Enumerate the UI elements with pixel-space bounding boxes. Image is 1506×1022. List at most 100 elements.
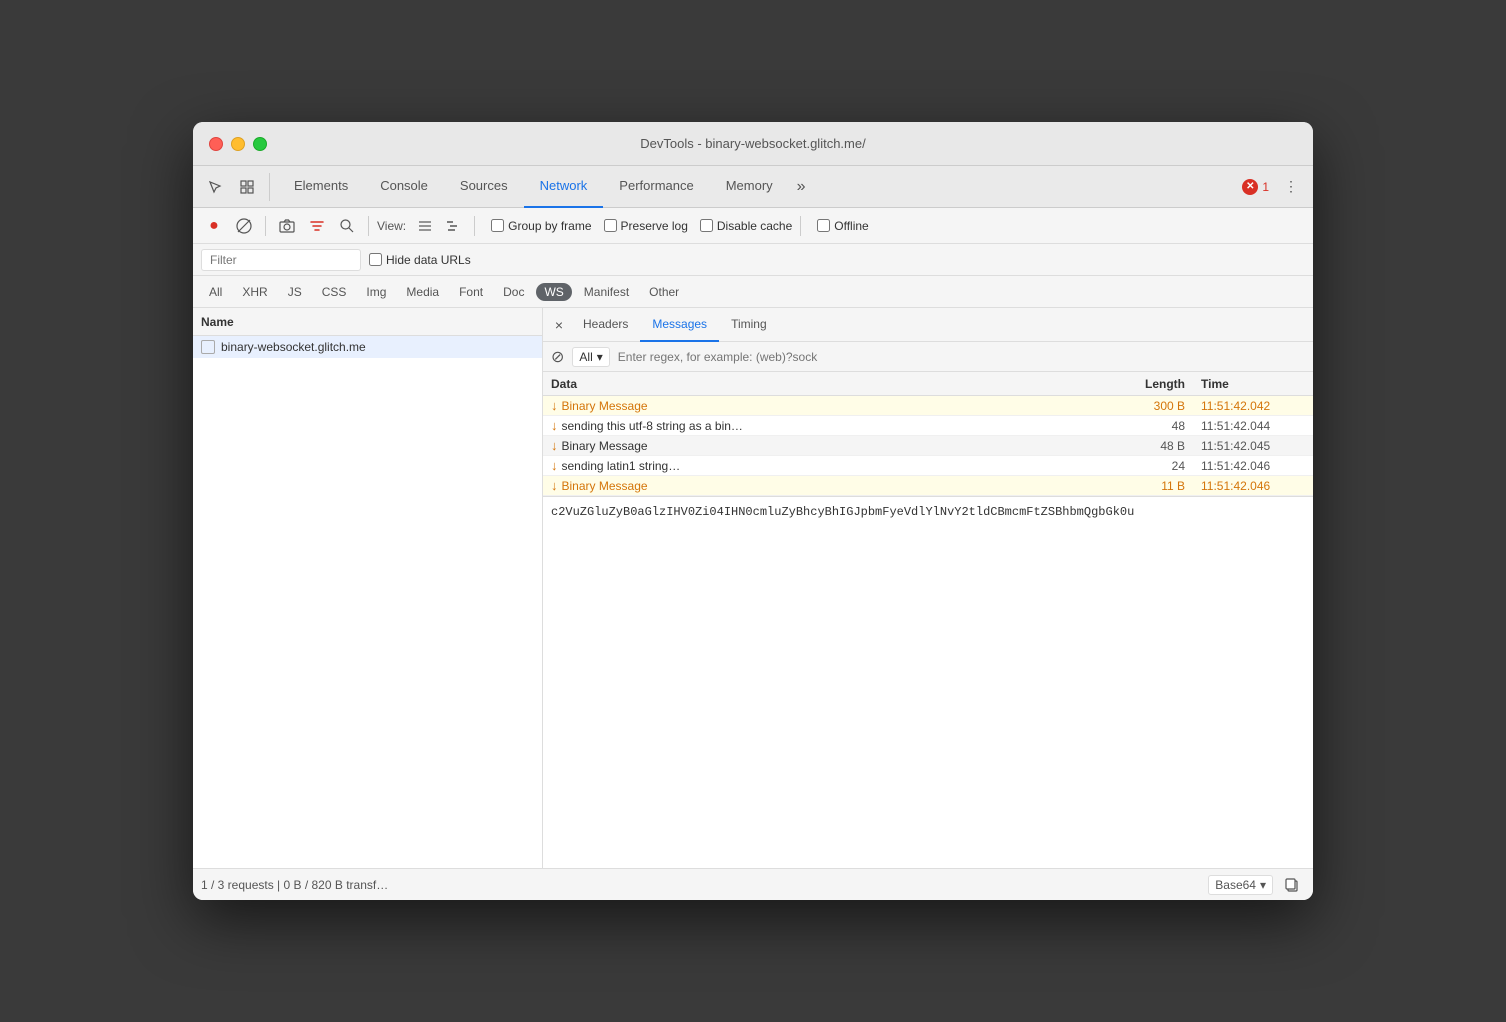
tab-network[interactable]: Network	[524, 166, 604, 208]
messages-regex-input[interactable]	[618, 350, 1305, 364]
tab-elements[interactable]: Elements	[278, 166, 364, 208]
tab-overflow-button[interactable]: »	[789, 178, 814, 196]
status-text: 1 / 3 requests | 0 B / 820 B transf…	[201, 878, 1208, 892]
type-filter-other[interactable]: Other	[641, 283, 687, 301]
msg-data-5: ↓ Binary Message	[543, 476, 1093, 495]
title-bar: DevTools - binary-websocket.glitch.me/	[193, 122, 1313, 166]
msg-text-2: sending this utf-8 string as a bin…	[562, 419, 743, 433]
msg-length-5: 11 B	[1093, 477, 1193, 495]
msg-time-5: 11:51:42.046	[1193, 477, 1313, 495]
type-filter-media[interactable]: Media	[398, 283, 447, 301]
minimize-button[interactable]	[231, 137, 245, 151]
devtools-window: DevTools - binary-websocket.glitch.me/ E…	[193, 122, 1313, 900]
message-row[interactable]: ↓ sending this utf-8 string as a bin… 48…	[543, 416, 1313, 436]
error-count: 1	[1262, 180, 1269, 194]
msg-time-1: 11:51:42.042	[1193, 397, 1313, 415]
status-bar: 1 / 3 requests | 0 B / 820 B transf… Bas…	[193, 868, 1313, 900]
disable-cache-label[interactable]: Disable cache	[700, 219, 792, 233]
devtools-menu-icon[interactable]: ⋮	[1277, 173, 1305, 201]
tab-bar-right: ✕ 1 ⋮	[1242, 173, 1305, 201]
hide-data-urls-label[interactable]: Hide data URLs	[369, 253, 471, 267]
msg-data-1: ↓ Binary Message	[543, 396, 1093, 415]
detail-panel: × Headers Messages Timing ⊘ All ▾	[543, 308, 1313, 868]
maximize-button[interactable]	[253, 137, 267, 151]
tab-sources[interactable]: Sources	[444, 166, 524, 208]
clear-button[interactable]	[231, 213, 257, 239]
list-view-icon[interactable]	[412, 213, 438, 239]
group-by-frame-label[interactable]: Group by frame	[491, 219, 591, 233]
filter-input[interactable]	[201, 249, 361, 271]
type-filter-ws[interactable]: WS	[536, 283, 571, 301]
msg-text-5: Binary Message	[562, 479, 648, 493]
disable-cache-text: Disable cache	[717, 219, 792, 233]
error-badge[interactable]: ✕ 1	[1242, 179, 1269, 195]
window-title: DevTools - binary-websocket.glitch.me/	[640, 136, 865, 151]
main-content: Name binary-websocket.glitch.me × Header…	[193, 308, 1313, 868]
copy-button[interactable]	[1279, 872, 1305, 898]
type-filter-font[interactable]: Font	[451, 283, 491, 301]
tab-headers[interactable]: Headers	[571, 308, 640, 342]
type-filter-doc[interactable]: Doc	[495, 283, 532, 301]
tab-console[interactable]: Console	[364, 166, 444, 208]
search-button[interactable]	[334, 213, 360, 239]
messages-type-select[interactable]: All ▾	[572, 347, 609, 367]
tab-memory[interactable]: Memory	[710, 166, 789, 208]
offline-label[interactable]: Offline	[817, 219, 868, 233]
messages-table-header: Data Length Time	[543, 372, 1313, 396]
length-column-header: Length	[1093, 377, 1193, 391]
waterfall-view-icon[interactable]	[440, 213, 466, 239]
msg-length-1: 300 B	[1093, 397, 1193, 415]
request-item[interactable]: binary-websocket.glitch.me	[193, 336, 542, 358]
type-filter-xhr[interactable]: XHR	[234, 283, 275, 301]
hide-data-urls-text: Hide data URLs	[386, 253, 471, 267]
hide-data-urls-checkbox[interactable]	[369, 253, 382, 266]
message-row[interactable]: ↓ Binary Message 48 B 11:51:42.045	[543, 436, 1313, 456]
arrow-icon-2: ↓	[551, 418, 558, 433]
preserve-log-label[interactable]: Preserve log	[604, 219, 688, 233]
msg-length-3: 48 B	[1093, 437, 1193, 455]
type-filter-all[interactable]: All	[201, 283, 230, 301]
name-column-header: Name	[201, 315, 234, 329]
close-detail-button[interactable]: ×	[547, 313, 571, 337]
tab-timing[interactable]: Timing	[719, 308, 779, 342]
tab-performance[interactable]: Performance	[603, 166, 709, 208]
arrow-icon-1: ↓	[551, 398, 558, 413]
type-filter-manifest[interactable]: Manifest	[576, 283, 637, 301]
preserve-log-checkbox[interactable]	[604, 219, 617, 232]
type-filter-bar: AllXHR JSCSSImgMediaFontDocWS ManifestOthe…	[193, 276, 1313, 308]
msg-data-4: ↓ sending latin1 string…	[543, 456, 1093, 475]
camera-button[interactable]	[274, 213, 300, 239]
type-filter-css[interactable]: CSS	[314, 283, 355, 301]
message-row[interactable]: ↓ sending latin1 string… 24 11:51:42.046	[543, 456, 1313, 476]
msg-text-3: Binary Message	[562, 439, 648, 453]
tab-messages[interactable]: Messages	[640, 308, 719, 342]
request-checkbox	[201, 340, 215, 354]
offline-checkbox[interactable]	[817, 219, 830, 232]
message-row[interactable]: ↓ Binary Message 11 B 11:51:42.046	[543, 476, 1313, 496]
binary-data-area: c2VuZGluZyB0aGlzIHV0Zi04IHN0cmluZyBhcyBh…	[543, 496, 1313, 556]
view-icons	[412, 213, 466, 239]
error-circle: ✕	[1242, 179, 1258, 195]
inspect-icon[interactable]	[233, 173, 261, 201]
binary-data-text: c2VuZGluZyB0aGlzIHV0Zi04IHN0cmluZyBhcyBh…	[551, 505, 1134, 519]
message-row[interactable]: ↓ Binary Message 300 B 11:51:42.042	[543, 396, 1313, 416]
view-label: View:	[377, 219, 406, 233]
toolbar-sep-1	[265, 216, 266, 236]
data-column-header: Data	[543, 377, 1093, 391]
close-button[interactable]	[209, 137, 223, 151]
type-filter-js[interactable]: JS	[280, 283, 310, 301]
filter-bar: Hide data URLs	[193, 244, 1313, 276]
messages-area: ⊘ All ▾ Data Length Time	[543, 342, 1313, 868]
record-button[interactable]: ●	[201, 213, 227, 239]
dropdown-icon: ▾	[597, 350, 603, 364]
encoding-dropdown-icon: ▾	[1260, 878, 1266, 892]
msg-text-1: Binary Message	[562, 399, 648, 413]
type-filter-img[interactable]: Img	[358, 283, 394, 301]
encoding-label: Base64	[1215, 878, 1256, 892]
disable-cache-checkbox[interactable]	[700, 219, 713, 232]
toolbar-sep-2	[368, 216, 369, 236]
pointer-icon[interactable]	[201, 173, 229, 201]
filter-button[interactable]	[304, 213, 330, 239]
group-by-frame-checkbox[interactable]	[491, 219, 504, 232]
encoding-select[interactable]: Base64 ▾	[1208, 875, 1273, 895]
